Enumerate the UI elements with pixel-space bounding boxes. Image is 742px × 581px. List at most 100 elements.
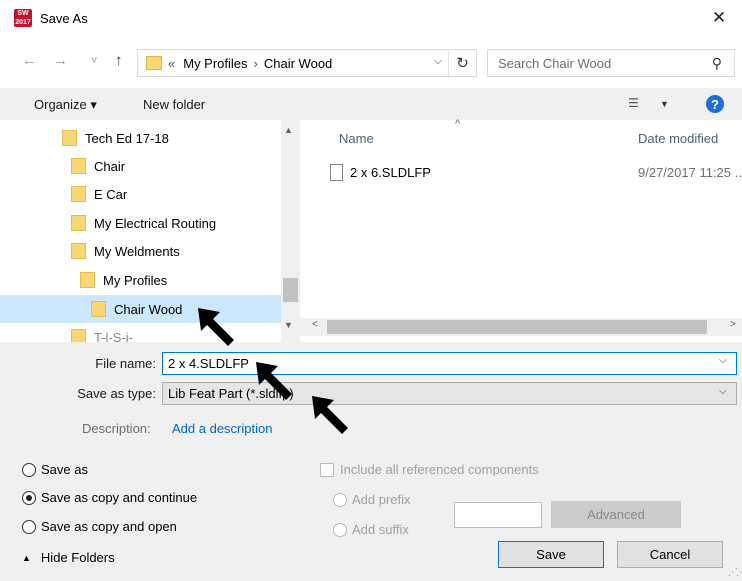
prefix-suffix-input[interactable] [454,502,542,528]
breadcrumb-my-profiles[interactable]: My Profiles [183,56,247,71]
hide-folders-button[interactable]: ▲ Hide Folders [22,550,115,565]
app-icon: SW 2017 [14,9,32,27]
nav-item-label: My Weldments [94,243,180,259]
advanced-button[interactable]: Advanced [551,501,681,528]
close-icon: ✕ [711,8,727,27]
save-as-type-label: Save as type: [77,386,156,401]
up-arrow-icon: ↑ [115,52,123,69]
radio-icon [333,522,347,537]
forward-button[interactable]: → [53,52,68,69]
new-folder-button[interactable]: New folder [143,97,205,112]
nav-scroll-thumb[interactable] [283,278,298,302]
resize-grip-icon[interactable]: ⋰⋰ [728,567,742,578]
nav-item-label: My Electrical Routing [94,215,217,231]
recent-locations-button[interactable]: ˅ [91,55,97,67]
file-name[interactable]: 2 x 6.SLDLFP [350,165,431,180]
nav-item-my-weldments[interactable]: My Weldments [71,237,180,265]
checkbox-icon [320,462,334,477]
nav-item-label: E Car [94,186,128,202]
window-title: Save As [40,11,88,26]
nav-item-chair[interactable]: Chair [71,152,125,180]
radio-label: Save as copy and open [41,519,177,534]
search-input[interactable]: Search Chair Wood ⚲ [487,49,735,77]
folder-icon [71,186,86,202]
description-label: Description: [82,421,151,436]
radio-icon [333,492,347,507]
cancel-button[interactable]: Cancel [617,541,723,568]
back-button[interactable]: ← [22,52,37,69]
hide-folders-label: Hide Folders [40,550,115,565]
file-list-pane [300,120,742,322]
include-references-checkbox[interactable]: Include all referenced components [320,462,539,477]
scroll-up-icon[interactable]: ▲ [284,125,293,135]
view-dropdown-icon[interactable]: ▼ [660,99,669,109]
close-button[interactable]: ✕ [696,0,742,36]
column-header-name[interactable]: Name [339,131,374,146]
scroll-down-icon[interactable]: ▼ [284,320,293,330]
radio-label: Add suffix [352,522,409,537]
chevron-down-icon[interactable]: ⌵ [719,386,727,397]
radio-icon [22,519,36,534]
nav-scrollbar[interactable] [281,120,300,342]
folder-icon [146,56,162,70]
up-button[interactable]: ↑ [115,52,123,69]
folder-icon [80,272,95,288]
forward-arrow-icon: → [53,52,68,69]
navigation-pane: Tech Ed 17-18 Chair E Car My Electrical … [0,120,300,342]
search-icon: ⚲ [711,55,722,71]
radio-label: Save as copy and continue [41,490,198,505]
annotation-arrow-icon [256,362,292,400]
breadcrumb-chair-wood[interactable]: Chair Wood [264,56,332,71]
folder-icon [71,215,86,231]
chevron-down-icon: ˅ [91,55,98,67]
sort-indicator-icon: ^ [455,118,461,130]
folder-icon [71,158,86,174]
radio-add-prefix[interactable]: Add prefix [333,492,411,507]
nav-item-partial[interactable]: T-l-S-i- [71,323,133,342]
nav-item-chair-wood[interactable]: Chair Wood [0,295,281,323]
folder-icon [62,130,77,146]
nav-item-label: Tech Ed 17-18 [85,130,169,146]
save-button[interactable]: Save [498,541,604,568]
nav-item-my-profiles[interactable]: My Profiles [80,266,167,294]
nav-item-label: My Profiles [103,272,168,288]
radio-label: Save as [41,462,88,477]
nav-item-e-car[interactable]: E Car [71,180,127,208]
radio-save-copy-open[interactable]: Save as copy and open [22,519,177,534]
file-date: 9/27/2017 11:25 ... [638,165,742,180]
address-overflow-icon[interactable]: « [168,56,175,71]
address-bar[interactable]: « My Profiles › Chair Wood ⌵ ↻ [137,49,477,77]
radio-save-as[interactable]: Save as [22,462,88,477]
folder-icon [71,243,86,259]
column-header-date-modified[interactable]: Date modified [638,131,718,146]
nav-item-tech-ed[interactable]: Tech Ed 17-18 [62,124,169,152]
save-as-type-select[interactable]: Lib Feat Part (*.sldlfp) [162,382,737,405]
nav-item-label: Chair [94,158,126,174]
folder-icon [91,301,106,317]
radio-label: Add prefix [352,492,411,507]
nav-item-my-electrical-routing[interactable]: My Electrical Routing [71,209,216,237]
address-dropdown-icon[interactable]: ⌵ [434,56,442,67]
back-arrow-icon: ← [22,52,37,69]
radio-add-suffix[interactable]: Add suffix [333,522,409,537]
breadcrumb-separator-icon: › [253,55,258,71]
radio-selected-icon [22,490,36,505]
organize-button[interactable]: Organize ▾ [34,97,97,113]
folder-icon [71,329,86,342]
scroll-left-icon[interactable]: < [312,319,318,330]
add-description-link[interactable]: Add a description [172,421,272,436]
file-name-field[interactable]: 2 x 4.SLDLFP [162,352,737,375]
radio-icon [22,462,36,477]
view-options-icon[interactable]: ☰ [628,96,639,110]
annotation-arrow-icon [198,308,234,346]
nav-item-label: Chair Wood [114,301,183,317]
title-bar [0,0,742,40]
annotation-arrow-icon [312,396,348,434]
help-icon[interactable]: ? [706,95,724,113]
radio-save-copy-continue[interactable]: Save as copy and continue [22,490,197,505]
scroll-right-icon[interactable]: > [730,319,736,330]
nav-item-label: T-l-S-i- [94,329,133,343]
refresh-icon[interactable]: ↻ [448,50,476,76]
horizontal-scroll-thumb[interactable] [327,320,707,334]
chevron-down-icon[interactable]: ⌵ [719,355,727,366]
